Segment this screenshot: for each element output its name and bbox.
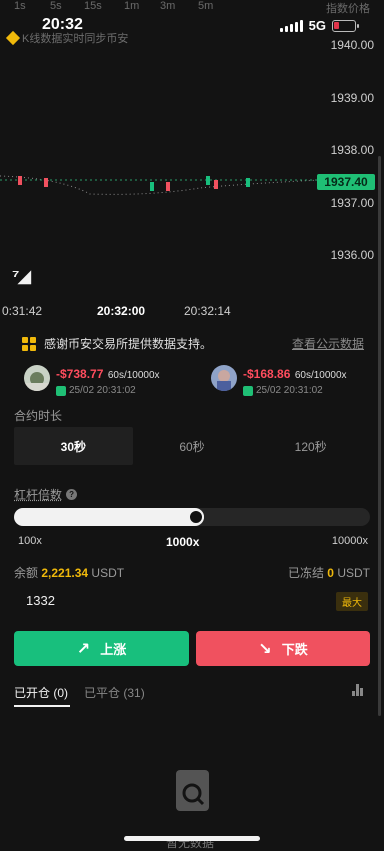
index-price-label[interactable]: 指数价格 [326, 0, 370, 16]
current-price-tag: 1937.40 [317, 174, 375, 190]
balance-value: 2,221.34 [41, 566, 89, 580]
timeframe-bar: 1s 5s 15s 1m 3m 5m 指数价格 [0, 0, 384, 16]
notice-text: 感谢币安交易所提供数据支持。 [44, 337, 213, 351]
candle [246, 178, 250, 187]
candle [214, 180, 218, 189]
buy-down-label: 下跌 [281, 642, 308, 657]
leverage-slider-handle[interactable] [187, 509, 204, 525]
bar-chart-icon[interactable] [352, 684, 364, 696]
leverage-tick-max: 10000x [331, 535, 368, 547]
buy-up-label: 上涨 [100, 642, 127, 657]
tab-closed-count: (31) [123, 686, 145, 700]
trade-amount: -$168.86 [243, 367, 291, 381]
timeframe-5m[interactable]: 5m [198, 0, 213, 12]
leverage-slider[interactable] [14, 508, 370, 526]
binance-grid-icon [22, 336, 36, 351]
trend-up-icon [243, 385, 253, 396]
avatar [211, 365, 237, 391]
duration-tabs: 30秒 60秒 120秒 [14, 427, 370, 465]
duration-option-120s[interactable]: 120秒 [251, 427, 370, 465]
balance-display: 余额 2,221.34 USDT [14, 564, 124, 581]
price-tick: 1940.00 [330, 38, 374, 52]
frozen-label: 已冻结 [287, 566, 324, 580]
help-icon[interactable]: ? [66, 489, 78, 500]
trade-date: 25/02 20:31:02 [69, 385, 136, 396]
candle [150, 182, 154, 191]
timeframe-1s[interactable]: 1s [14, 0, 26, 12]
network-label: 5G [308, 18, 326, 33]
timeframe-15s[interactable]: 15s [84, 0, 102, 12]
price-tick: 1939.00 [330, 91, 374, 105]
price-tick: 1936.00 [330, 248, 374, 262]
amount-input[interactable] [14, 587, 370, 613]
candle [166, 182, 170, 191]
duration-option-30s[interactable]: 30秒 [14, 427, 133, 465]
candle [44, 178, 48, 187]
price-tick: 1938.00 [330, 143, 374, 157]
public-data-link[interactable]: 查看公示数据 [292, 335, 364, 352]
frozen-display: 已冻结 0 USDT [288, 564, 370, 581]
time-tick: 20:32:00 [97, 304, 146, 318]
tab-open-count: (0) [53, 686, 69, 700]
balance-unit: USDT [91, 566, 125, 580]
timeframe-5s[interactable]: 5s [50, 0, 62, 12]
buy-up-button[interactable]: ↗ 上涨 [14, 631, 189, 666]
price-tick: 1937.00 [330, 196, 374, 210]
data-source-note: K线数据实时同步币安 [5, 30, 129, 46]
leverage-slider-fill [14, 508, 204, 526]
trade-feed-item[interactable]: -$738.77 60s/10000x 25/02 20:31:02 [24, 365, 160, 396]
timeframe-1m[interactable]: 1m [124, 0, 139, 12]
avatar [24, 365, 50, 391]
battery-icon [332, 19, 359, 32]
time-tick: 0:31:42 [2, 304, 43, 318]
arrow-up-right-icon: ↗ [76, 640, 91, 658]
frozen-value: 0 [327, 566, 334, 580]
trade-spec: 60s/10000x [107, 370, 160, 381]
trend-up-icon [56, 385, 66, 396]
binance-logo-icon [5, 30, 21, 46]
leverage-label: 杠杆倍数 [14, 488, 63, 502]
status-indicators: 5G [279, 18, 359, 33]
tab-closed-positions[interactable]: 已平仓 (31) [84, 684, 145, 701]
trade-feed-item[interactable]: -$168.86 60s/10000x 25/02 20:31:02 [211, 365, 347, 396]
trade-date: 25/02 20:31:02 [256, 385, 323, 396]
time-tick: 20:32:14 [184, 304, 231, 318]
leverage-current-value: 1000x [166, 535, 200, 549]
leverage-label-row: 杠杆倍数 ? [14, 486, 78, 503]
tab-open-label: 已开仓 [14, 686, 51, 700]
tab-open-positions[interactable]: 已开仓 (0) [14, 684, 68, 701]
candle [18, 176, 22, 185]
search-file-icon [176, 770, 209, 811]
max-button[interactable]: 最大 [336, 592, 368, 611]
leverage-tick-min: 100x [18, 535, 42, 547]
buy-down-button[interactable]: ↘ 下跌 [196, 631, 370, 666]
signal-icon [279, 19, 303, 32]
timeframe-3m[interactable]: 3m [160, 0, 175, 12]
trade-amount: -$738.77 [56, 367, 104, 381]
home-indicator[interactable] [124, 836, 260, 841]
frozen-unit: USDT [337, 566, 370, 580]
scrollbar[interactable] [378, 156, 381, 716]
active-tab-underline [14, 705, 70, 707]
trade-spec: 60s/10000x [294, 370, 347, 381]
tab-closed-label: 已平仓 [84, 686, 121, 700]
duration-label: 合约时长 [14, 409, 63, 423]
arrow-down-right-icon: ↘ [258, 640, 272, 658]
notice-bar: 感谢币安交易所提供数据支持。 [22, 335, 212, 352]
duration-option-60s[interactable]: 60秒 [133, 427, 252, 465]
candle [206, 176, 210, 185]
tradingview-logo-icon: ⁷◢ [12, 266, 31, 286]
balance-label: 余额 [14, 566, 39, 580]
candlestick-chart[interactable] [0, 150, 320, 210]
data-source-text: K线数据实时同步币安 [22, 33, 129, 45]
